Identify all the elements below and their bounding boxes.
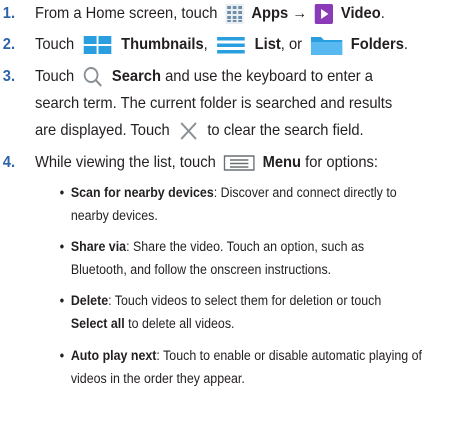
close-icon xyxy=(177,121,199,141)
menu-label: Menu xyxy=(262,154,302,171)
option-title: Auto play next xyxy=(70,348,157,363)
option-description: : Touch videos to select them for deleti… xyxy=(108,293,382,308)
arrow-glyph: → xyxy=(292,5,307,22)
period: . xyxy=(403,36,409,53)
option-description-line-2: Bluetooth, and follow the onscreen instr… xyxy=(70,262,332,277)
list-icon xyxy=(216,35,247,55)
select-all-label: Select all xyxy=(70,316,125,331)
option-description: : Share the video. Touch an option, such… xyxy=(126,239,365,254)
comma: , xyxy=(203,36,208,53)
apps-grid-icon xyxy=(225,3,244,24)
menu-icon xyxy=(223,155,255,171)
thumbnails-label: Thumbnails xyxy=(121,36,204,53)
period: . xyxy=(380,5,385,22)
bullet-dot: • xyxy=(59,239,65,254)
search-icon xyxy=(82,66,104,88)
step-text: to clear the search field. xyxy=(207,122,364,139)
video-label: Video xyxy=(340,5,381,22)
thumbnails-icon xyxy=(82,35,113,55)
bullet-dot: • xyxy=(59,348,65,363)
folder-icon xyxy=(310,34,343,56)
list-label: List xyxy=(254,36,281,53)
step-text: search term. The current folder is searc… xyxy=(34,95,393,112)
step-text: are displayed. Touch xyxy=(34,122,170,139)
bullet-dot: • xyxy=(59,185,65,200)
search-label: Search xyxy=(111,68,161,85)
apps-label: Apps xyxy=(251,5,289,22)
or-text: , or xyxy=(280,36,303,53)
step-number: 1. xyxy=(2,5,16,22)
option-description-line-2: to delete all videos. xyxy=(124,316,235,331)
option-description-line-2: nearby devices. xyxy=(70,208,158,223)
option-description: : Touch to enable or disable automatic p… xyxy=(156,348,423,363)
manual-page: 1. From a Home screen, touch Apps → Vide… xyxy=(0,0,474,425)
step-text: While viewing the list, touch xyxy=(34,154,216,171)
step-number: 3. xyxy=(2,68,16,85)
bullet-dot: • xyxy=(59,293,65,308)
folders-label: Folders xyxy=(350,36,404,53)
step-text: for options: xyxy=(305,154,378,171)
option-title: Delete xyxy=(70,293,109,308)
step-text: Touch xyxy=(34,68,75,85)
video-icon xyxy=(314,3,334,24)
step-text: From a Home screen, touch xyxy=(34,5,218,22)
step-text: Touch xyxy=(34,36,75,53)
step-text: and use the keyboard to enter a xyxy=(165,68,373,85)
step-number: 2. xyxy=(2,36,16,53)
option-title: Share via xyxy=(70,239,127,254)
option-description: : Discover and connect directly to xyxy=(213,185,397,200)
option-title: Scan for nearby devices xyxy=(70,185,214,200)
step-number: 4. xyxy=(2,154,16,171)
option-description-line-2: videos in the order they appear. xyxy=(70,371,245,386)
